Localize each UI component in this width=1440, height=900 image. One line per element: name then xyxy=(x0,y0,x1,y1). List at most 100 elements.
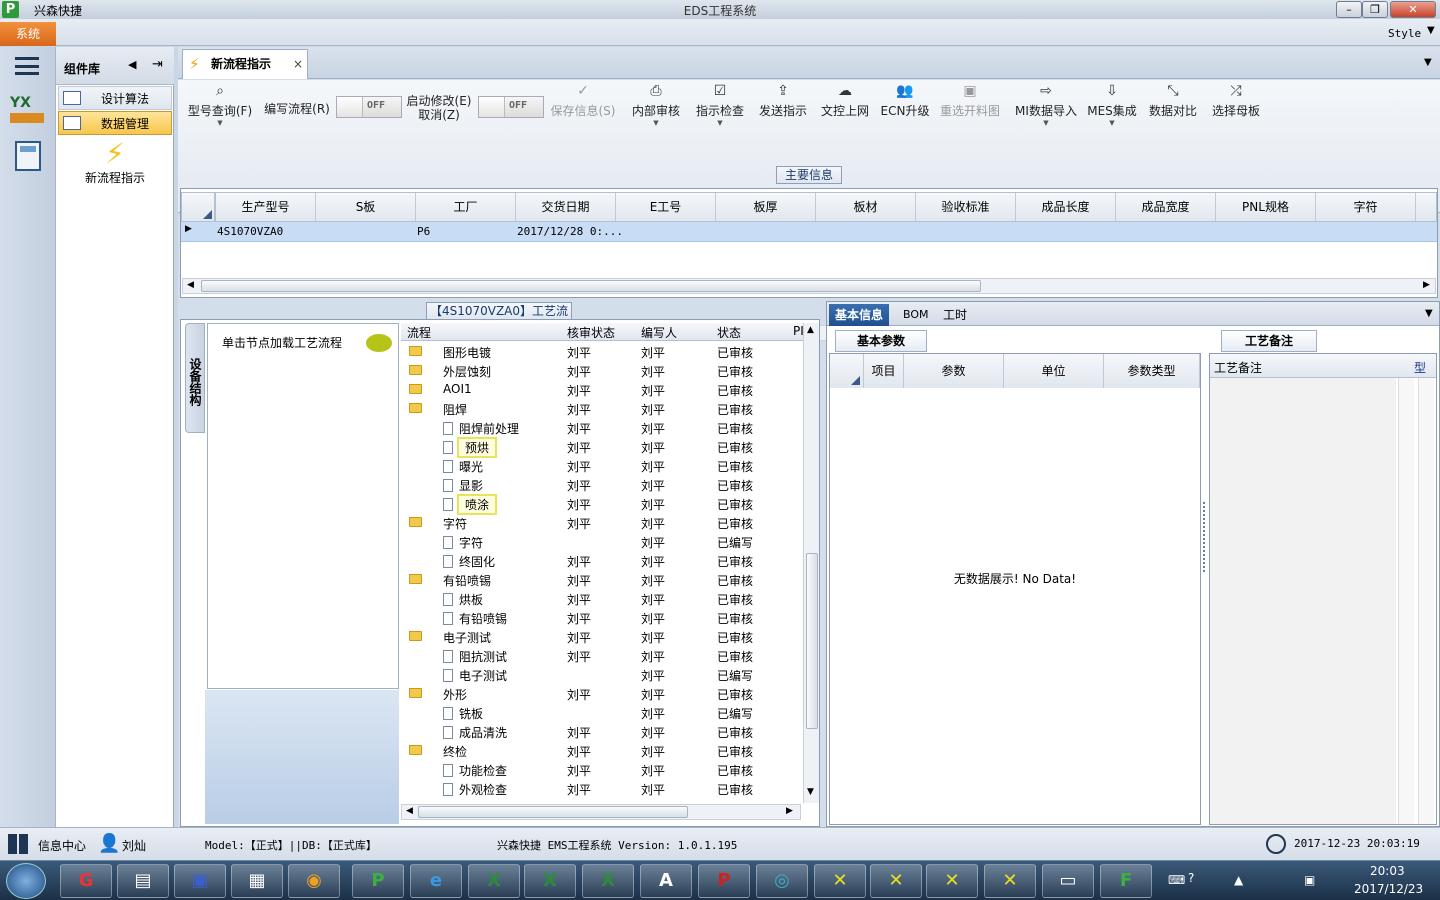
chevron-down-icon[interactable]: ▼ xyxy=(1427,25,1435,36)
scroll-down-icon[interactable]: ▼ xyxy=(807,787,814,797)
taskbar-excel-x-icon[interactable]: ✕ xyxy=(984,864,1036,898)
pin-icon[interactable]: ⇥ xyxy=(152,57,163,72)
col-header[interactable]: 板材 xyxy=(816,193,916,221)
send-instruction-button[interactable]: ⇪ 发送指示 xyxy=(756,80,810,130)
taskbar-text-icon[interactable]: A xyxy=(640,864,692,898)
doc-upload-button[interactable]: ☁ 文控上网 xyxy=(818,80,872,130)
tab-basic-params[interactable]: 基本参数 xyxy=(835,330,927,352)
windows-start-icon[interactable] xyxy=(6,863,46,899)
grid-apps-icon[interactable] xyxy=(8,834,28,854)
taskbar-pdf-icon[interactable]: P xyxy=(698,864,750,898)
taskbar-f-app-icon[interactable]: F xyxy=(1100,864,1152,898)
tree-row[interactable]: − 字符刘平刘平已审核 xyxy=(401,513,815,532)
sidebar-item-design-algorithm[interactable]: 设计算法 xyxy=(58,86,172,110)
hamburger-menu-icon[interactable] xyxy=(15,57,39,75)
col-header[interactable]: 成品宽度 xyxy=(1116,193,1216,221)
model-query-button[interactable]: ⌕ 型号查询(F) ▼ xyxy=(184,80,256,130)
col-header[interactable]: PNL规格 xyxy=(1216,193,1316,221)
taskbar-app-g-icon[interactable]: G xyxy=(60,864,112,898)
tree-row[interactable]: − 图形电镀刘平刘平已审核 xyxy=(401,342,815,361)
factory-icon[interactable]: YX xyxy=(10,95,44,127)
mes-integration-button[interactable]: ⇩ MES集成 ▼ xyxy=(1086,80,1138,130)
scroll-thumb[interactable] xyxy=(418,806,688,818)
tab-basic-info[interactable]: 基本信息 xyxy=(829,304,890,326)
taskbar-excel-x-icon[interactable]: ✕ xyxy=(870,864,922,898)
select-board-button[interactable]: ⤮ 选择母板 xyxy=(1208,80,1264,130)
tab-work-hours[interactable]: 工时 xyxy=(937,304,973,326)
tree-row[interactable]: 功能检查 刘平 刘平 已审核 xyxy=(401,760,815,779)
expand-tray-icon[interactable]: ▲ xyxy=(1234,873,1243,887)
tree-row[interactable]: 字符 刘平 已编写 xyxy=(401,532,815,551)
tree-row[interactable]: − AOI1刘平刘平已审核 xyxy=(401,380,815,399)
splitter-handle[interactable] xyxy=(1203,502,1207,572)
col-header[interactable]: 成品长度 xyxy=(1016,193,1116,221)
vertical-scrollbar[interactable]: ▲ ▼ xyxy=(803,323,819,803)
col-header[interactable]: 验收标准 xyxy=(916,193,1016,221)
tree-row[interactable]: 终固化 刘平 刘平 已审核 xyxy=(401,551,815,570)
tree-row[interactable]: − 阻焊刘平刘平已审核 xyxy=(401,399,815,418)
chevron-down-icon[interactable]: ▼ xyxy=(1424,57,1432,68)
tab-device-structure[interactable]: 设备结构 xyxy=(185,323,205,433)
tab-close-icon[interactable]: × xyxy=(293,50,303,78)
col-header[interactable]: 工厂 xyxy=(416,193,516,221)
taskbar-ie-icon[interactable]: e xyxy=(410,864,462,898)
tree-row[interactable]: 阻抗测试 刘平 刘平 已审核 xyxy=(401,646,815,665)
write-flow-button[interactable]: 编写流程(R) xyxy=(262,100,332,150)
calculator-icon[interactable] xyxy=(15,141,41,171)
network-icon[interactable]: ▣ xyxy=(1304,873,1315,887)
help-icon[interactable]: ? xyxy=(1188,871,1194,885)
tree-row[interactable]: − 有铅喷锡刘平刘平已审核 xyxy=(401,570,815,589)
scroll-thumb[interactable] xyxy=(806,553,818,729)
taskbar-scanner-icon[interactable]: ▦ xyxy=(231,864,283,898)
tree-row[interactable]: 阻焊前处理 刘平 刘平 已审核 xyxy=(401,418,815,437)
scroll-left-icon[interactable]: ◀ xyxy=(406,806,413,816)
scroll-right-icon[interactable]: ▶ xyxy=(1423,280,1430,290)
taskbar-save-icon[interactable]: ▣ xyxy=(174,864,226,898)
horizontal-scrollbar[interactable]: ◀ ▶ xyxy=(182,278,1436,294)
tree-row[interactable]: 外观检查 刘平 刘平 已审核 xyxy=(401,779,815,798)
tree-row[interactable]: − 外层蚀刻刘平刘平已审核 xyxy=(401,361,815,380)
taskbar-picture-icon[interactable]: ▭ xyxy=(1042,864,1094,898)
tab-process-notes[interactable]: 工艺备注 xyxy=(1221,330,1317,352)
tree-row[interactable]: 喷涂 刘平 刘平 已审核 xyxy=(401,494,815,515)
data-compare-button[interactable]: ⤡ 数据对比 xyxy=(1146,80,1200,130)
tree-row[interactable]: 显影 刘平 刘平 已审核 xyxy=(401,475,815,494)
tree-row[interactable]: 成品清洗 刘平 刘平 已审核 xyxy=(401,722,815,741)
minimize-button[interactable]: – xyxy=(1336,1,1362,18)
tree-row[interactable]: − 外形刘平刘平已审核 xyxy=(401,684,815,703)
vertical-scrollbar[interactable] xyxy=(1418,378,1434,824)
taskbar-shell-icon[interactable]: ◉ xyxy=(288,864,340,898)
new-flow-launcher[interactable]: ⚡ 新流程指示 xyxy=(58,139,172,189)
scroll-up-icon[interactable]: ▲ xyxy=(807,325,814,335)
internal-review-button[interactable]: ⎙ 内部审核 ▼ xyxy=(630,80,682,130)
ecn-upgrade-button[interactable]: 👥 ECN升级 xyxy=(880,80,930,130)
col-header[interactable]: 字符 xyxy=(1316,193,1416,221)
sidebar-item-data-management[interactable]: 数据管理 xyxy=(58,111,172,135)
col-header[interactable]: 板厚 xyxy=(716,193,816,221)
tree-row[interactable]: 电子测试 刘平 已编写 xyxy=(401,665,815,684)
taskbar-excel-icon[interactable]: X xyxy=(524,864,576,898)
write-flow-toggle[interactable]: OFF xyxy=(336,96,402,118)
tree-row[interactable]: 铣板 刘平 已编写 xyxy=(401,703,815,722)
reselect-chart-button[interactable]: ▣ 重选开料图 xyxy=(938,80,1002,130)
style-menu[interactable]: Style xyxy=(1388,27,1421,40)
tree-row[interactable]: 有铅喷锡 刘平 刘平 已审核 xyxy=(401,608,815,627)
table-row[interactable]: ▶ 4S1070VZA0 P6 2017/12/28 0:... xyxy=(181,222,1437,242)
keyboard-icon[interactable]: ⌨ xyxy=(1168,873,1185,887)
scroll-thumb[interactable] xyxy=(201,280,981,292)
tree-row[interactable]: 烘板 刘平 刘平 已审核 xyxy=(401,589,815,608)
taskbar-excel-icon[interactable]: X xyxy=(468,864,520,898)
col-header[interactable]: E工号 xyxy=(616,193,716,221)
taskbar-eye-icon[interactable]: ◎ xyxy=(756,864,808,898)
chevron-down-icon[interactable]: ▼ xyxy=(1425,308,1433,319)
collapse-left-icon[interactable]: ◀ xyxy=(128,58,136,71)
horizontal-scrollbar[interactable]: ◀ ▶ xyxy=(401,804,801,820)
tree-row[interactable]: 预烘 刘平 刘平 已审核 xyxy=(401,437,815,458)
taskbar-notes-icon[interactable]: ▤ xyxy=(117,864,169,898)
tree-row[interactable]: − 终检刘平刘平已审核 xyxy=(401,741,815,760)
system-menu-button[interactable]: 系统 xyxy=(0,22,56,46)
close-button[interactable]: ✕ xyxy=(1390,1,1436,18)
tree-row[interactable]: − 电子测试刘平刘平已审核 xyxy=(401,627,815,646)
tree-row[interactable]: 曝光 刘平 刘平 已审核 xyxy=(401,456,815,475)
vertical-scrollbar[interactable] xyxy=(1398,378,1414,824)
